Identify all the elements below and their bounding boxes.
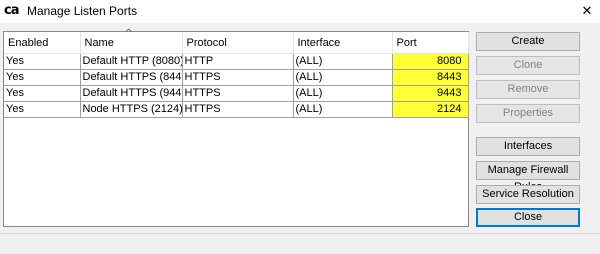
table-row[interactable]: Yes Default HTTP (8080) HTTP (ALL) 8080 <box>4 53 469 70</box>
window-title: Manage Listen Ports <box>27 4 138 18</box>
interfaces-button[interactable]: Interfaces <box>476 137 580 156</box>
cell-protocol: HTTP <box>182 53 294 70</box>
close-window-icon[interactable]: ✕ <box>574 0 600 23</box>
table-row[interactable]: Yes Node HTTPS (2124) HTTPS (ALL) 2124 <box>4 101 469 118</box>
column-header-enabled[interactable]: Enabled <box>4 32 81 54</box>
column-header-name-label: Name <box>84 36 114 49</box>
table-row[interactable]: Yes Default HTTPS (9443) HTTPS (ALL) 944… <box>4 85 469 102</box>
status-bar <box>0 233 600 254</box>
clone-button[interactable]: Clone <box>476 56 580 75</box>
cell-port: 9443 <box>392 85 469 102</box>
cell-protocol: HTTPS <box>182 85 294 102</box>
cell-name: Default HTTPS (9443) <box>80 85 183 102</box>
cell-interface: (ALL) <box>293 85 393 102</box>
cell-enabled: Yes <box>4 53 81 70</box>
cell-name: Default HTTP (8080) <box>80 53 183 70</box>
manage-firewall-rules-button[interactable]: Manage Firewall Rules <box>476 161 580 193</box>
table-row[interactable]: Yes Default HTTPS (8443) HTTPS (ALL) 844… <box>4 69 469 86</box>
table-header-row: Enabled ^ Name Protocol Interface Port <box>4 28 469 54</box>
cell-enabled: Yes <box>4 69 81 86</box>
cell-interface: (ALL) <box>293 101 393 118</box>
properties-button[interactable]: Properties <box>476 104 580 123</box>
remove-button[interactable]: Remove <box>476 80 580 99</box>
cell-interface: (ALL) <box>293 53 393 70</box>
listen-ports-table[interactable]: Enabled ^ Name Protocol Interface Port Y… <box>3 28 469 227</box>
service-resolution-button[interactable]: Service Resolution <box>476 185 580 204</box>
cell-interface: (ALL) <box>293 69 393 86</box>
cell-protocol: HTTPS <box>182 69 294 86</box>
sort-ascending-icon: ^ <box>124 28 133 39</box>
cell-name: Node HTTPS (2124) <box>80 101 183 118</box>
create-button[interactable]: Create <box>476 32 580 51</box>
column-header-port[interactable]: Port <box>392 32 469 54</box>
cell-name: Default HTTPS (8443) <box>80 69 183 86</box>
cell-protocol: HTTPS <box>182 101 294 118</box>
cell-port: 2124 <box>392 101 469 118</box>
column-header-name[interactable]: ^ Name <box>80 28 183 54</box>
column-header-protocol[interactable]: Protocol <box>182 32 294 54</box>
column-header-interface[interactable]: Interface <box>293 32 393 54</box>
cell-enabled: Yes <box>4 101 81 118</box>
title-bar: ca Manage Listen Ports ✕ <box>0 0 600 23</box>
cell-port: 8080 <box>392 53 469 70</box>
close-button[interactable]: Close <box>476 208 580 227</box>
app-logo: ca <box>4 3 20 18</box>
cell-enabled: Yes <box>4 85 81 102</box>
cell-port: 8443 <box>392 69 469 86</box>
